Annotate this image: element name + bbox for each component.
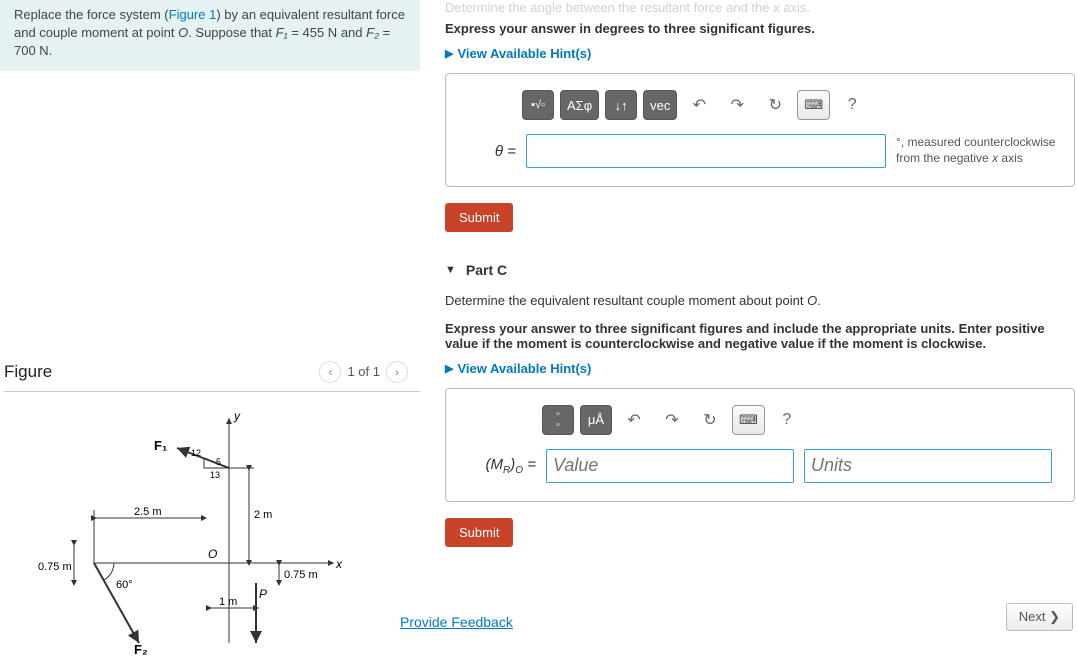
units-button[interactable]: μÅ — [580, 405, 612, 435]
partB-description-cut: Determine the angle between the resultan… — [445, 0, 1075, 15]
subsup-button[interactable]: ↓↑ — [605, 90, 637, 120]
figure-panel: Figure ‹ 1 of 1 › y x O F₁ 12 — [0, 361, 420, 661]
partB-instruction: Express your answer in degrees to three … — [445, 21, 1075, 36]
help-button[interactable]: ? — [836, 90, 868, 120]
mr-label: (MR)O = — [462, 456, 536, 476]
provide-feedback-link[interactable]: Provide Feedback — [400, 614, 513, 630]
svg-text:F₁: F₁ — [154, 438, 167, 453]
svg-text:F₂: F₂ — [134, 642, 148, 657]
figure-next-button[interactable]: › — [386, 361, 408, 383]
figure-link[interactable]: Figure 1 — [169, 7, 217, 22]
mr-units-input[interactable] — [804, 449, 1052, 483]
greek-button[interactable]: ΑΣφ — [560, 90, 599, 120]
triangle-right-icon: ▶ — [445, 362, 453, 375]
theta-input[interactable] — [526, 134, 886, 168]
redo-button[interactable]: ↷ — [656, 405, 688, 435]
figure-prev-button[interactable]: ‹ — [319, 361, 341, 383]
partB-submit-button[interactable]: Submit — [445, 203, 513, 232]
partC-hints-toggle[interactable]: ▶ View Available Hint(s) — [445, 361, 1075, 376]
svg-text:0.75 m: 0.75 m — [38, 561, 72, 573]
partB-toolbar: ▪√▫ ΑΣφ ↓↑ vec ↶ ↷ ↻ ⌨ ? — [522, 90, 1058, 120]
next-button[interactable]: Next ❯ — [1006, 603, 1073, 631]
vec-button[interactable]: vec — [643, 90, 677, 120]
keyboard-button[interactable]: ⌨ — [732, 405, 765, 435]
svg-text:2.5 m: 2.5 m — [134, 506, 162, 518]
reset-button[interactable]: ↻ — [759, 90, 791, 120]
figure-diagram: y x O F₁ 12 13 5 F₂ 60° P 2.5 m 2 m — [34, 408, 354, 658]
partC-header[interactable]: ▼ Part C — [445, 262, 1075, 278]
partC-submit-button[interactable]: Submit — [445, 518, 513, 547]
svg-text:1 m: 1 m — [219, 596, 237, 608]
theta-note: °, measured counterclockwise from the ne… — [896, 135, 1058, 166]
theta-label: θ = — [462, 143, 516, 160]
svg-text:5: 5 — [216, 457, 221, 467]
figure-pager: ‹ 1 of 1 › — [319, 361, 408, 383]
problem-statement: Replace the force system (Figure 1) by a… — [0, 0, 420, 71]
help-button[interactable]: ? — [771, 405, 803, 435]
partC-answer-box: ▫▫ μÅ ↶ ↷ ↻ ⌨ ? (MR)O = — [445, 388, 1075, 502]
svg-text:2 m: 2 m — [254, 509, 272, 521]
svg-text:0.75 m: 0.75 m — [284, 569, 318, 581]
partC-toolbar: ▫▫ μÅ ↶ ↷ ↻ ⌨ ? — [542, 405, 1058, 435]
svg-text:x: x — [335, 557, 343, 571]
partC-instruction: Express your answer to three significant… — [445, 321, 1075, 351]
svg-text:y: y — [233, 409, 241, 423]
svg-text:60°: 60° — [116, 579, 133, 591]
figure-title: Figure — [4, 362, 52, 382]
undo-button[interactable]: ↶ — [683, 90, 715, 120]
template-button[interactable]: ▪√▫ — [522, 90, 554, 120]
figure-pager-text: 1 of 1 — [347, 364, 380, 379]
keyboard-button[interactable]: ⌨ — [797, 90, 830, 120]
partB-answer-box: ▪√▫ ΑΣφ ↓↑ vec ↶ ↷ ↻ ⌨ ? θ = °, measured… — [445, 73, 1075, 187]
partB-hints-toggle[interactable]: ▶ View Available Hint(s) — [445, 46, 1075, 61]
triangle-right-icon: ▶ — [445, 47, 453, 60]
reset-button[interactable]: ↻ — [694, 405, 726, 435]
svg-text:13: 13 — [210, 470, 220, 480]
mr-value-input[interactable] — [546, 449, 794, 483]
svg-text:O: O — [208, 547, 217, 561]
partC-description: Determine the equivalent resultant coupl… — [445, 292, 1075, 311]
svg-text:P: P — [259, 587, 267, 601]
undo-button[interactable]: ↶ — [618, 405, 650, 435]
triangle-down-icon: ▼ — [445, 264, 456, 276]
problem-text: Replace the force system ( — [14, 7, 169, 22]
svg-text:12: 12 — [191, 448, 201, 458]
redo-button[interactable]: ↷ — [721, 90, 753, 120]
fraction-button[interactable]: ▫▫ — [542, 405, 574, 435]
